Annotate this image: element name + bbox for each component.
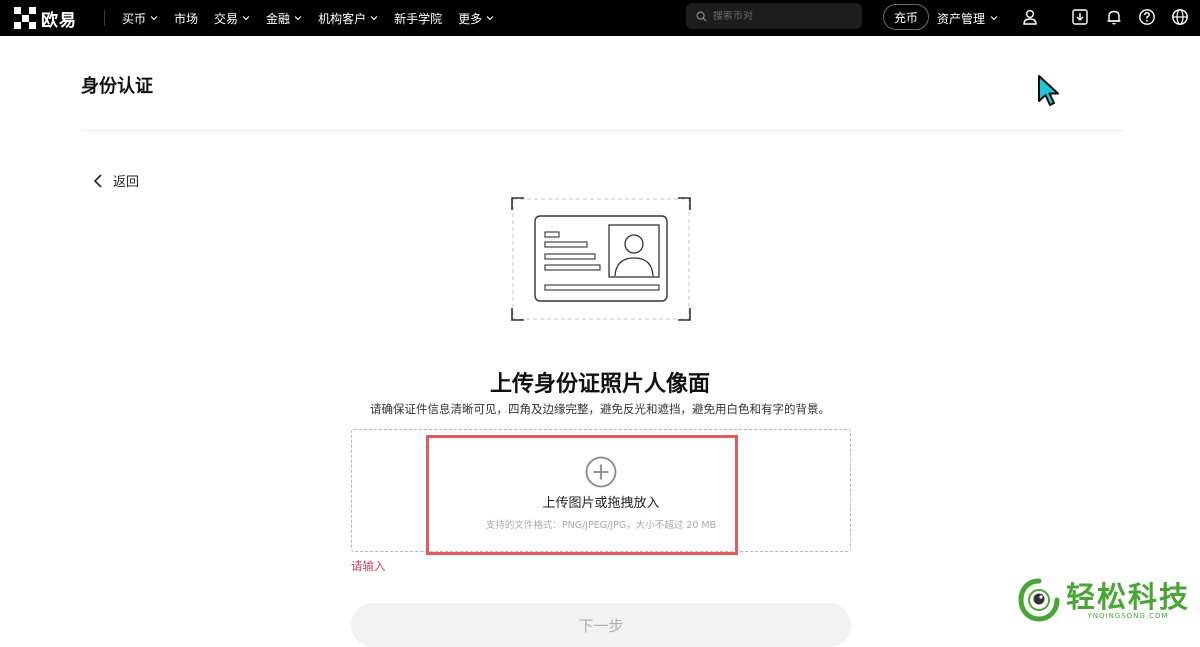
search-input[interactable]	[713, 10, 853, 22]
nav-item-label: 金融	[266, 11, 291, 26]
title-divider	[81, 130, 1122, 131]
globe-icon[interactable]	[1171, 8, 1189, 26]
upload-description: 请确保证件信息清晰可见，四角及边缘完整，避免反光和遮挡，避免用白色和有字的背景。	[370, 402, 830, 416]
chevron-down-icon	[990, 16, 998, 21]
watermark-sub-text: YNQINGSONG.COM	[1087, 612, 1169, 620]
id-card-icon	[511, 197, 691, 321]
dropzone-hint: 支持的文件格式：PNG/JPEG/JPG，大小不超过 20 MB	[485, 520, 717, 531]
nav-divider	[104, 10, 105, 26]
user-icon[interactable]	[1021, 8, 1039, 26]
dropzone-label: 上传图片或拖拽放入	[542, 496, 660, 511]
nav-item-label: 更多	[458, 11, 483, 26]
nav-item-buy-crypto[interactable]: 买币	[122, 10, 158, 27]
nav-item-academy[interactable]: 新手学院	[394, 10, 442, 27]
asset-management-menu[interactable]: 资产管理	[937, 0, 998, 36]
chevron-down-icon	[486, 16, 494, 21]
brand-logo[interactable]: 欧易	[14, 7, 77, 31]
nav-item-label: 买币	[122, 11, 147, 26]
nav-item-more[interactable]: 更多	[458, 10, 494, 27]
nav-item-trade[interactable]: 交易	[214, 10, 250, 27]
help-icon[interactable]	[1138, 8, 1156, 26]
nav-item-label: 交易	[214, 11, 239, 26]
download-icon[interactable]	[1071, 8, 1089, 26]
back-label: 返回	[113, 175, 140, 190]
page-title: 身份认证	[81, 76, 153, 97]
logo-mark-icon	[14, 7, 36, 29]
brand-name: 欧易	[41, 10, 77, 31]
search-box[interactable]	[686, 3, 862, 29]
watermark-main-text: 轻松科技	[1066, 580, 1191, 614]
nav-item-finance[interactable]: 金融	[266, 10, 302, 27]
search-icon	[696, 11, 707, 22]
next-step-button[interactable]: 下一步	[351, 603, 851, 647]
file-dropzone[interactable]	[351, 429, 851, 552]
watermark: 轻松科技 YNQINGSONG.COM	[1016, 577, 1190, 623]
upload-title: 上传身份证照片人像面	[489, 372, 710, 397]
deposit-button[interactable]: 充币	[883, 4, 929, 30]
error-message: 请输入	[351, 559, 386, 573]
chevron-down-icon	[242, 16, 250, 21]
nav-item-label: 机构客户	[318, 11, 367, 26]
nav-item-market[interactable]: 市场	[174, 10, 198, 27]
main-nav: 买币 市场 交易 金融 机构客户 新手学院 更多	[122, 0, 510, 36]
watermark-logo-icon	[1018, 578, 1060, 622]
asset-management-label: 资产管理	[937, 11, 986, 26]
back-chevron-icon	[93, 173, 102, 188]
nav-item-label: 市场	[174, 11, 199, 26]
mouse-cursor-icon	[1038, 75, 1059, 106]
chevron-down-icon	[370, 16, 378, 21]
chevron-down-icon	[150, 16, 158, 21]
back-button[interactable]: 返回	[93, 171, 139, 190]
nav-item-institutional[interactable]: 机构客户	[318, 10, 378, 27]
chevron-down-icon	[294, 16, 302, 21]
nav-item-label: 新手学院	[394, 11, 443, 26]
bell-icon[interactable]	[1105, 8, 1123, 26]
top-nav-bar: 欧易 买币 市场 交易 金融 机构客户 新手学院 更多 搜索币对 充币 资产管理	[0, 0, 1200, 36]
plus-circle-icon[interactable]	[585, 456, 617, 488]
